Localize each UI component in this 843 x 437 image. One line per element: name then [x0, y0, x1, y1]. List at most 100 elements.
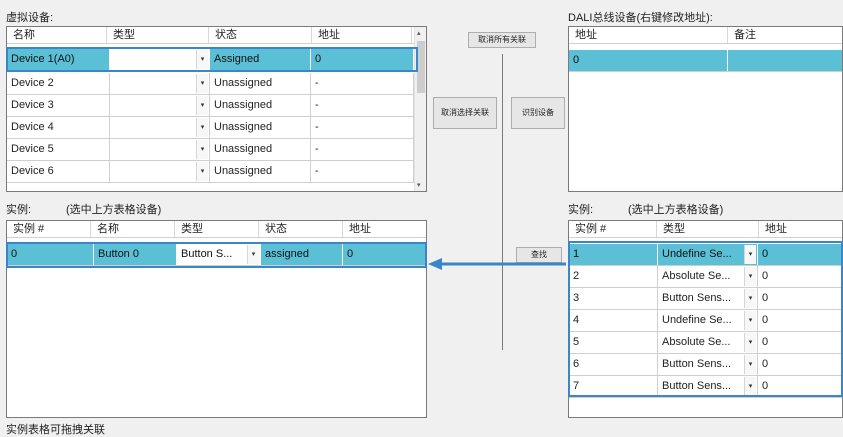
col-header-status[interactable]: 状态 [259, 221, 343, 237]
instance-id[interactable]: 6 [569, 354, 658, 375]
table-row[interactable]: Device 3 ▾ Unassigned - [7, 95, 414, 117]
table-row[interactable]: 2 Absolute Se... ▾ 0 [569, 266, 842, 288]
col-header-name[interactable]: 名称 [7, 27, 107, 43]
dropdown-arrow-icon[interactable]: ▾ [744, 333, 756, 352]
col-header-type[interactable]: 类型 [657, 221, 759, 237]
type-combo[interactable]: Undefine Se... ▾ [658, 310, 758, 331]
vertical-scrollbar[interactable]: ▴ ▾ [414, 27, 426, 191]
address-cell[interactable]: 0 [758, 376, 842, 397]
dropdown-arrow-icon[interactable]: ▾ [744, 355, 756, 374]
instance-id[interactable]: 7 [569, 376, 658, 397]
address-cell[interactable]: 0 [758, 244, 842, 265]
address-cell[interactable]: 0 [758, 266, 842, 287]
table-row[interactable]: 0 Button 0 Button S... ▾ assigned 0 [7, 244, 426, 266]
address-cell[interactable]: 0 [343, 244, 426, 265]
device-name[interactable]: Device 3 [7, 95, 110, 116]
col-header-address[interactable]: 地址 [312, 27, 412, 43]
table-row[interactable]: 1 Undefine Se... ▾ 0 [569, 244, 842, 266]
table-row[interactable]: 6 Button Sens... ▾ 0 [569, 354, 842, 376]
scroll-up-icon[interactable]: ▴ [417, 29, 421, 37]
instances-table[interactable]: 实例 # 名称 类型 状态 地址 0 Button 0 Button S... ▾… [6, 220, 427, 418]
type-combo[interactable]: ▾ [110, 73, 210, 94]
table-row[interactable]: 4 Undefine Se... ▾ 0 [569, 310, 842, 332]
col-header-type[interactable]: 类型 [175, 221, 259, 237]
dali-devices-table[interactable]: 地址 备注 0 [568, 26, 843, 192]
dali-note[interactable] [728, 50, 842, 71]
type-combo[interactable]: ▾ [110, 49, 210, 70]
device-name[interactable]: Device 4 [7, 117, 110, 138]
dropdown-arrow-icon[interactable]: ▾ [196, 140, 208, 159]
address-cell[interactable]: 0 [758, 354, 842, 375]
device-name[interactable]: Device 5 [7, 139, 110, 160]
dropdown-arrow-icon[interactable]: ▾ [744, 245, 756, 264]
status-cell[interactable]: Unassigned [210, 139, 311, 160]
table-row[interactable]: Device 1(A0) ▾ Assigned 0 [7, 49, 414, 71]
type-combo[interactable]: ▾ [110, 139, 210, 160]
address-cell[interactable]: - [311, 161, 414, 182]
instance-id[interactable]: 4 [569, 310, 658, 331]
col-header-instance[interactable]: 实例 # [7, 221, 91, 237]
device-name[interactable]: Device 1(A0) [7, 49, 110, 70]
col-header-name[interactable]: 名称 [91, 221, 175, 237]
status-cell[interactable]: Unassigned [210, 95, 311, 116]
col-header-note[interactable]: 备注 [728, 27, 842, 43]
status-cell[interactable]: assigned [261, 244, 343, 265]
col-header-address[interactable]: 地址 [759, 221, 842, 237]
instance-name[interactable]: Button 0 [94, 244, 177, 265]
type-combo[interactable]: Absolute Se... ▾ [658, 332, 758, 353]
dropdown-arrow-icon[interactable]: ▾ [196, 74, 208, 93]
address-cell[interactable]: - [311, 73, 414, 94]
table-row[interactable]: 5 Absolute Se... ▾ 0 [569, 332, 842, 354]
address-cell[interactable]: 0 [758, 332, 842, 353]
scroll-down-icon[interactable]: ▾ [417, 181, 421, 189]
cancel-all-links-button[interactable]: 取消所有关联 [468, 32, 536, 48]
instance-id[interactable]: 1 [569, 244, 658, 265]
address-cell[interactable]: 0 [311, 49, 414, 70]
instance-id[interactable]: 2 [569, 266, 658, 287]
dropdown-arrow-icon[interactable]: ▾ [744, 311, 756, 330]
scroll-thumb[interactable] [417, 41, 425, 93]
address-cell[interactable]: 0 [758, 288, 842, 309]
type-combo[interactable]: Button Sens... ▾ [658, 288, 758, 309]
col-header-address[interactable]: 地址 [343, 221, 426, 237]
address-cell[interactable]: - [311, 139, 414, 160]
col-header-instance[interactable]: 实例 # [569, 221, 657, 237]
type-combo[interactable]: ▾ [110, 161, 210, 182]
dropdown-arrow-icon[interactable]: ▾ [196, 50, 208, 69]
dropdown-arrow-icon[interactable]: ▾ [744, 289, 756, 308]
identify-device-button[interactable]: 识别设备 [511, 97, 565, 129]
status-cell[interactable]: Unassigned [210, 73, 311, 94]
type-combo[interactable]: Button S... ▾ [177, 244, 261, 265]
device-name[interactable]: Device 6 [7, 161, 110, 182]
table-row[interactable]: Device 6 ▾ Unassigned - [7, 161, 414, 183]
col-header-type[interactable]: 类型 [107, 27, 209, 43]
dropdown-arrow-icon[interactable]: ▾ [247, 245, 259, 264]
device-name[interactable]: Device 2 [7, 73, 110, 94]
dropdown-arrow-icon[interactable]: ▾ [744, 377, 756, 396]
status-cell[interactable]: Assigned [210, 49, 311, 70]
dropdown-arrow-icon[interactable]: ▾ [196, 162, 208, 181]
status-cell[interactable]: Unassigned [210, 117, 311, 138]
type-combo[interactable]: Button Sens... ▾ [658, 376, 758, 397]
dropdown-arrow-icon[interactable]: ▾ [196, 118, 208, 137]
type-combo[interactable]: Button Sens... ▾ [658, 354, 758, 375]
address-cell[interactable]: - [311, 95, 414, 116]
type-combo[interactable]: ▾ [110, 95, 210, 116]
table-row[interactable]: Device 5 ▾ Unassigned - [7, 139, 414, 161]
address-cell[interactable]: 0 [758, 310, 842, 331]
dropdown-arrow-icon[interactable]: ▾ [744, 267, 756, 286]
table-row[interactable]: 7 Button Sens... ▾ 0 [569, 376, 842, 398]
col-header-status[interactable]: 状态 [209, 27, 312, 43]
dali-address[interactable]: 0 [569, 50, 728, 71]
instance-id[interactable]: 0 [7, 244, 94, 265]
instance-id[interactable]: 5 [569, 332, 658, 353]
cancel-selected-link-button[interactable]: 取消选择关联 [433, 97, 497, 129]
dali-instances-table[interactable]: 实例 # 类型 地址 1 Undefine Se... ▾ 0 2 Absolut… [568, 220, 843, 418]
dropdown-arrow-icon[interactable]: ▾ [196, 96, 208, 115]
table-row[interactable]: 0 [569, 50, 842, 72]
table-row[interactable]: 3 Button Sens... ▾ 0 [569, 288, 842, 310]
type-combo[interactable]: ▾ [110, 117, 210, 138]
type-combo[interactable]: Absolute Se... ▾ [658, 266, 758, 287]
type-combo[interactable]: Undefine Se... ▾ [658, 244, 758, 265]
address-cell[interactable]: - [311, 117, 414, 138]
